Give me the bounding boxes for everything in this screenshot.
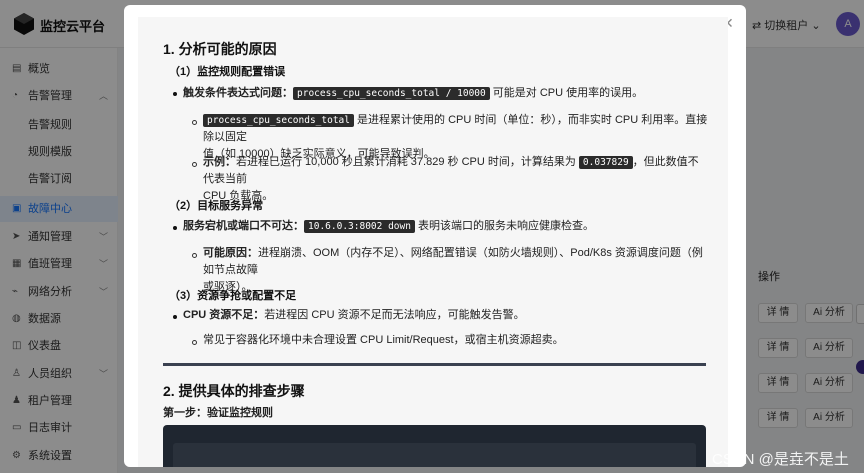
inline-code: process_cpu_seconds_total — [203, 114, 354, 127]
sub-bullet-body: 进程崩溃、OOM（内存不足）、网络配置错误（如防火墙规则）、Pod/K8s 资源… — [203, 247, 703, 276]
bullet-dot — [173, 226, 177, 230]
section-divider — [163, 363, 706, 366]
bullet-body: 若进程因 CPU 资源不足而无法响应，可能触发告警。 — [264, 309, 525, 321]
inline-code: 0.037829 — [578, 156, 633, 169]
code-block-inner — [173, 443, 696, 467]
subsection-title: （3）资源争抢或配置不足 — [169, 290, 297, 302]
sub-bullet-circle — [192, 253, 197, 258]
inline-code: process_cpu_seconds_total / 10000 — [293, 87, 490, 100]
analysis-content: 1. 分析可能的原因 （1）监控规则配置错误 触发条件表达式问题： process… — [138, 17, 728, 467]
sub-bullet-circle — [192, 162, 197, 167]
inline-code: 10.6.0.3:8002 down — [304, 220, 415, 233]
step-title: 第一步：验证监控规则 — [163, 407, 273, 419]
ai-analysis-modal: ✕ 1. 分析可能的原因 （1）监控规则配置错误 触发条件表达式问题：proce… — [124, 5, 746, 467]
bullet-text: 触发条件表达式问题： process_cpu_seconds_total / 10… — [183, 85, 643, 102]
subsection-title: （2）目标服务异常 — [169, 200, 264, 212]
sub-bullet-label: 示例： — [203, 156, 236, 168]
section-heading-causes: 1. 分析可能的原因 — [163, 41, 277, 57]
bullet-label: 触发条件表达式问题： — [183, 87, 293, 99]
bullet-text: CPU 资源不足：若进程因 CPU 资源不足而无法响应，可能触发告警。 — [183, 307, 525, 324]
bullet-body: 表明该端口的服务未响应健康检查。 — [414, 220, 595, 232]
bullet-text: 服务宕机或端口不可达： 10.6.0.3:8002 down 表明该端口的服务未响… — [183, 218, 594, 235]
sub-bullet-text: 常见于容器化环境中未合理设置 CPU Limit/Request，或宿主机资源超… — [203, 334, 564, 346]
sub-bullet-circle — [192, 120, 197, 125]
bullet-dot — [173, 315, 177, 319]
bullet-body: 可能是对 CPU 使用率的误用。 — [489, 87, 644, 99]
bullet-dot — [173, 92, 177, 96]
code-block — [163, 425, 706, 467]
subsection-title: （1）监控规则配置错误 — [169, 66, 286, 78]
section-heading-steps: 2. 提供具体的排查步骤 — [163, 383, 305, 399]
csdn-watermark: CSDN @是垚不是土 — [712, 451, 849, 468]
sub-bullet-text: 示例：若进程已运行 10,000 秒且累计消耗 37.829 秒 CPU 时间，… — [203, 154, 708, 205]
sub-bullet-circle — [192, 340, 197, 345]
bullet-label: 服务宕机或端口不可达： — [183, 220, 304, 232]
sub-bullet-body: 若进程已运行 10,000 秒且累计消耗 37.829 秒 CPU 时间，计算结… — [236, 156, 579, 168]
bullet-label: CPU 资源不足： — [183, 309, 265, 321]
sub-bullet-label: 可能原因： — [203, 247, 258, 259]
